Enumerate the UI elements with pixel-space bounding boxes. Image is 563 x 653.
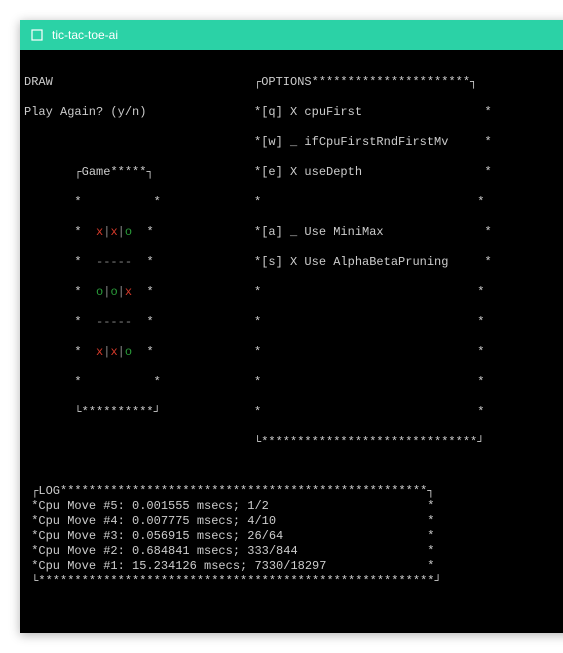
option-q[interactable]: [q] X cpuFirst xyxy=(261,105,362,119)
app-icon xyxy=(30,28,44,42)
cell-0-1: x xyxy=(110,225,117,239)
log-entry: Cpu Move #1: 15.234126 msecs; 7330/18297 xyxy=(38,559,326,573)
titlebar[interactable]: tic-tac-toe-ai xyxy=(20,20,563,50)
option-w[interactable]: [w] _ ifCpuFirstRndFirstMv xyxy=(261,135,448,149)
cell-1-1: o xyxy=(110,285,117,299)
play-again-prompt[interactable]: Play Again? (y/n) xyxy=(24,105,146,119)
terminal[interactable]: DRAW ┌OPTIONS**********************┐ Pla… xyxy=(20,50,563,633)
game-result: DRAW xyxy=(24,75,53,89)
cell-0-2: o xyxy=(125,225,132,239)
game-label: Game xyxy=(82,165,111,179)
window-title: tic-tac-toe-ai xyxy=(52,28,118,42)
cell-2-1: x xyxy=(110,345,117,359)
log-entry: Cpu Move #2: 0.684841 msecs; 333/844 xyxy=(38,544,297,558)
option-s[interactable]: [s] X Use AlphaBetaPruning xyxy=(261,255,448,269)
option-e[interactable]: [e] X useDepth xyxy=(261,165,362,179)
app-window: tic-tac-toe-ai DRAW ┌OPTIONS************… xyxy=(20,20,563,633)
option-a[interactable]: [a] _ Use MiniMax xyxy=(261,225,383,239)
log-panel: ┌LOG************************************… xyxy=(24,469,563,589)
log-entry: Cpu Move #5: 0.001555 msecs; 1/2 xyxy=(38,499,268,513)
options-label: OPTIONS xyxy=(261,75,311,89)
log-entry: Cpu Move #3: 0.056915 msecs; 26/64 xyxy=(38,529,283,543)
cell-1-2: x xyxy=(125,285,132,299)
cell-2-2: o xyxy=(125,345,132,359)
log-entry: Cpu Move #4: 0.007775 msecs; 4/10 xyxy=(38,514,276,528)
log-label: LOG xyxy=(38,484,60,498)
